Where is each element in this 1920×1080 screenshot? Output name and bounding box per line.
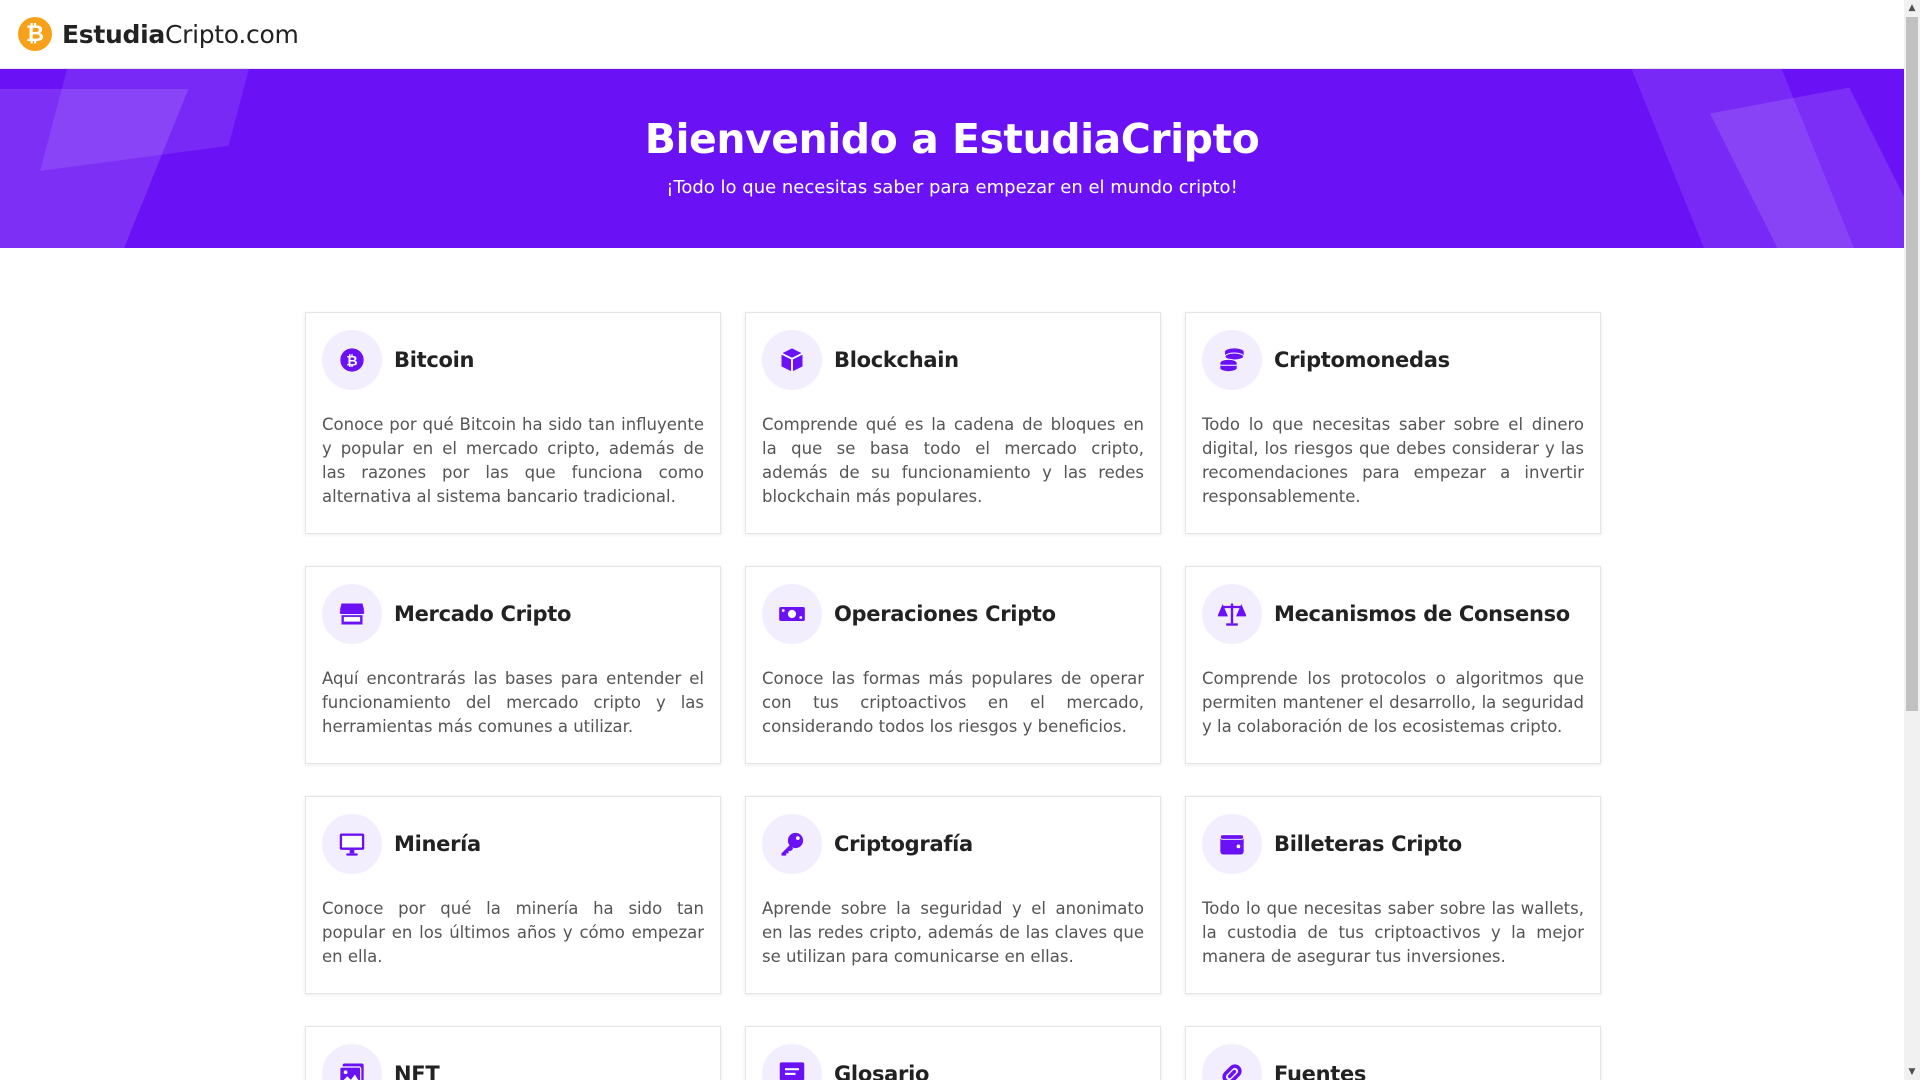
hero-subtitle: ¡Todo lo que necesitas saber para empeza… <box>666 177 1238 198</box>
topics-grid: ₿ Bitcoin Conoce por qué Bitcoin ha sido… <box>305 312 1601 1080</box>
store-icon <box>322 584 382 644</box>
coins-icon <box>1202 330 1262 390</box>
top-navbar: ₿ EstudiaCripto.com <box>0 0 1904 69</box>
bitcoin-icon: ₿ <box>322 330 382 390</box>
topic-card-description: Conoce por qué Bitcoin ha sido tan influ… <box>322 415 704 506</box>
topic-card-title: Blockchain <box>834 348 959 372</box>
topic-card-blockchain[interactable]: Blockchain Comprende qué es la cadena de… <box>745 312 1161 534</box>
page-scrollbar[interactable]: ▲ ▼ <box>1904 0 1920 1080</box>
key-icon <box>762 814 822 874</box>
topic-card-description: Todo lo que necesitas saber sobre el din… <box>1202 415 1584 506</box>
topic-card-description: Comprende los protocolos o algoritmos qu… <box>1202 669 1584 736</box>
topic-card-description: Aprende sobre la seguridad y el anonimat… <box>762 899 1144 966</box>
topic-card-bitcoin[interactable]: ₿ Bitcoin Conoce por qué Bitcoin ha sido… <box>305 312 721 534</box>
topic-card-mercado-cripto[interactable]: Mercado Cripto Aquí encontrarás las base… <box>305 566 721 764</box>
topic-card-description: Conoce las formas más populares de opera… <box>762 669 1144 736</box>
scale-icon <box>1202 584 1262 644</box>
topic-card-glosario[interactable]: Glosario <box>745 1026 1161 1080</box>
topic-card-title: Mercado Cripto <box>394 602 572 626</box>
topic-card-title: NFT <box>394 1062 440 1080</box>
topic-card-title: Criptomonedas <box>1274 348 1450 372</box>
site-logo-link[interactable]: ₿ EstudiaCripto.com <box>18 17 299 51</box>
topic-card-title: Glosario <box>834 1062 930 1080</box>
hero-banner: Bienvenido a EstudiaCripto ¡Todo lo que … <box>0 69 1904 248</box>
scroll-down-arrow-icon[interactable]: ▼ <box>1904 1064 1920 1080</box>
topic-card-title: Fuentes <box>1274 1062 1367 1080</box>
message-icon <box>762 1044 822 1080</box>
topic-card-title: Bitcoin <box>394 348 475 372</box>
topic-card-fuentes[interactable]: Fuentes <box>1185 1026 1601 1080</box>
topic-card-billeteras-cripto[interactable]: Billeteras Cripto Todo lo que necesitas … <box>1185 796 1601 994</box>
scrollbar-thumb[interactable] <box>1906 17 1918 711</box>
topic-card-description: Comprende qué es la cadena de bloques en… <box>762 415 1144 506</box>
image-icon <box>322 1044 382 1080</box>
topic-card-description: Todo lo que necesitas saber sobre las wa… <box>1202 899 1584 966</box>
desktop-icon <box>322 814 382 874</box>
topic-card-criptografia[interactable]: Criptografía Aprende sobre la seguridad … <box>745 796 1161 994</box>
cube-icon <box>762 330 822 390</box>
logo-text-light: Cripto.com <box>164 19 299 49</box>
svg-text:₿: ₿ <box>346 353 357 369</box>
topic-card-description: Conoce por qué la minería ha sido tan po… <box>322 899 704 966</box>
bitcoin-logo-icon: ₿ <box>18 17 52 51</box>
topic-card-criptomonedas[interactable]: Criptomonedas Todo lo que necesitas sabe… <box>1185 312 1601 534</box>
site-logo-text: EstudiaCripto.com <box>62 20 299 49</box>
topic-card-title: Operaciones Cripto <box>834 602 1056 626</box>
link-icon <box>1202 1044 1262 1080</box>
topic-card-description: Aquí encontrarás las bases para entender… <box>322 669 704 736</box>
topic-card-title: Mecanismos de Consenso <box>1274 602 1570 626</box>
wallet-icon <box>1202 814 1262 874</box>
topic-card-title: Minería <box>394 832 481 856</box>
topic-card-title: Billeteras Cripto <box>1274 832 1462 856</box>
scroll-up-arrow-icon[interactable]: ▲ <box>1904 0 1920 16</box>
topic-card-operaciones-cripto[interactable]: Operaciones Cripto Conoce las formas más… <box>745 566 1161 764</box>
topic-card-mecanismos-de-consenso[interactable]: Mecanismos de Consenso Comprende los pro… <box>1185 566 1601 764</box>
topic-card-nft[interactable]: NFT <box>305 1026 721 1080</box>
topic-card-mineria[interactable]: Minería Conoce por qué la minería ha sid… <box>305 796 721 994</box>
topic-card-title: Criptografía <box>834 832 973 856</box>
money-bill-icon <box>762 584 822 644</box>
hero-title: Bienvenido a EstudiaCripto <box>644 115 1260 163</box>
logo-text-bold: Estudia <box>62 19 165 49</box>
